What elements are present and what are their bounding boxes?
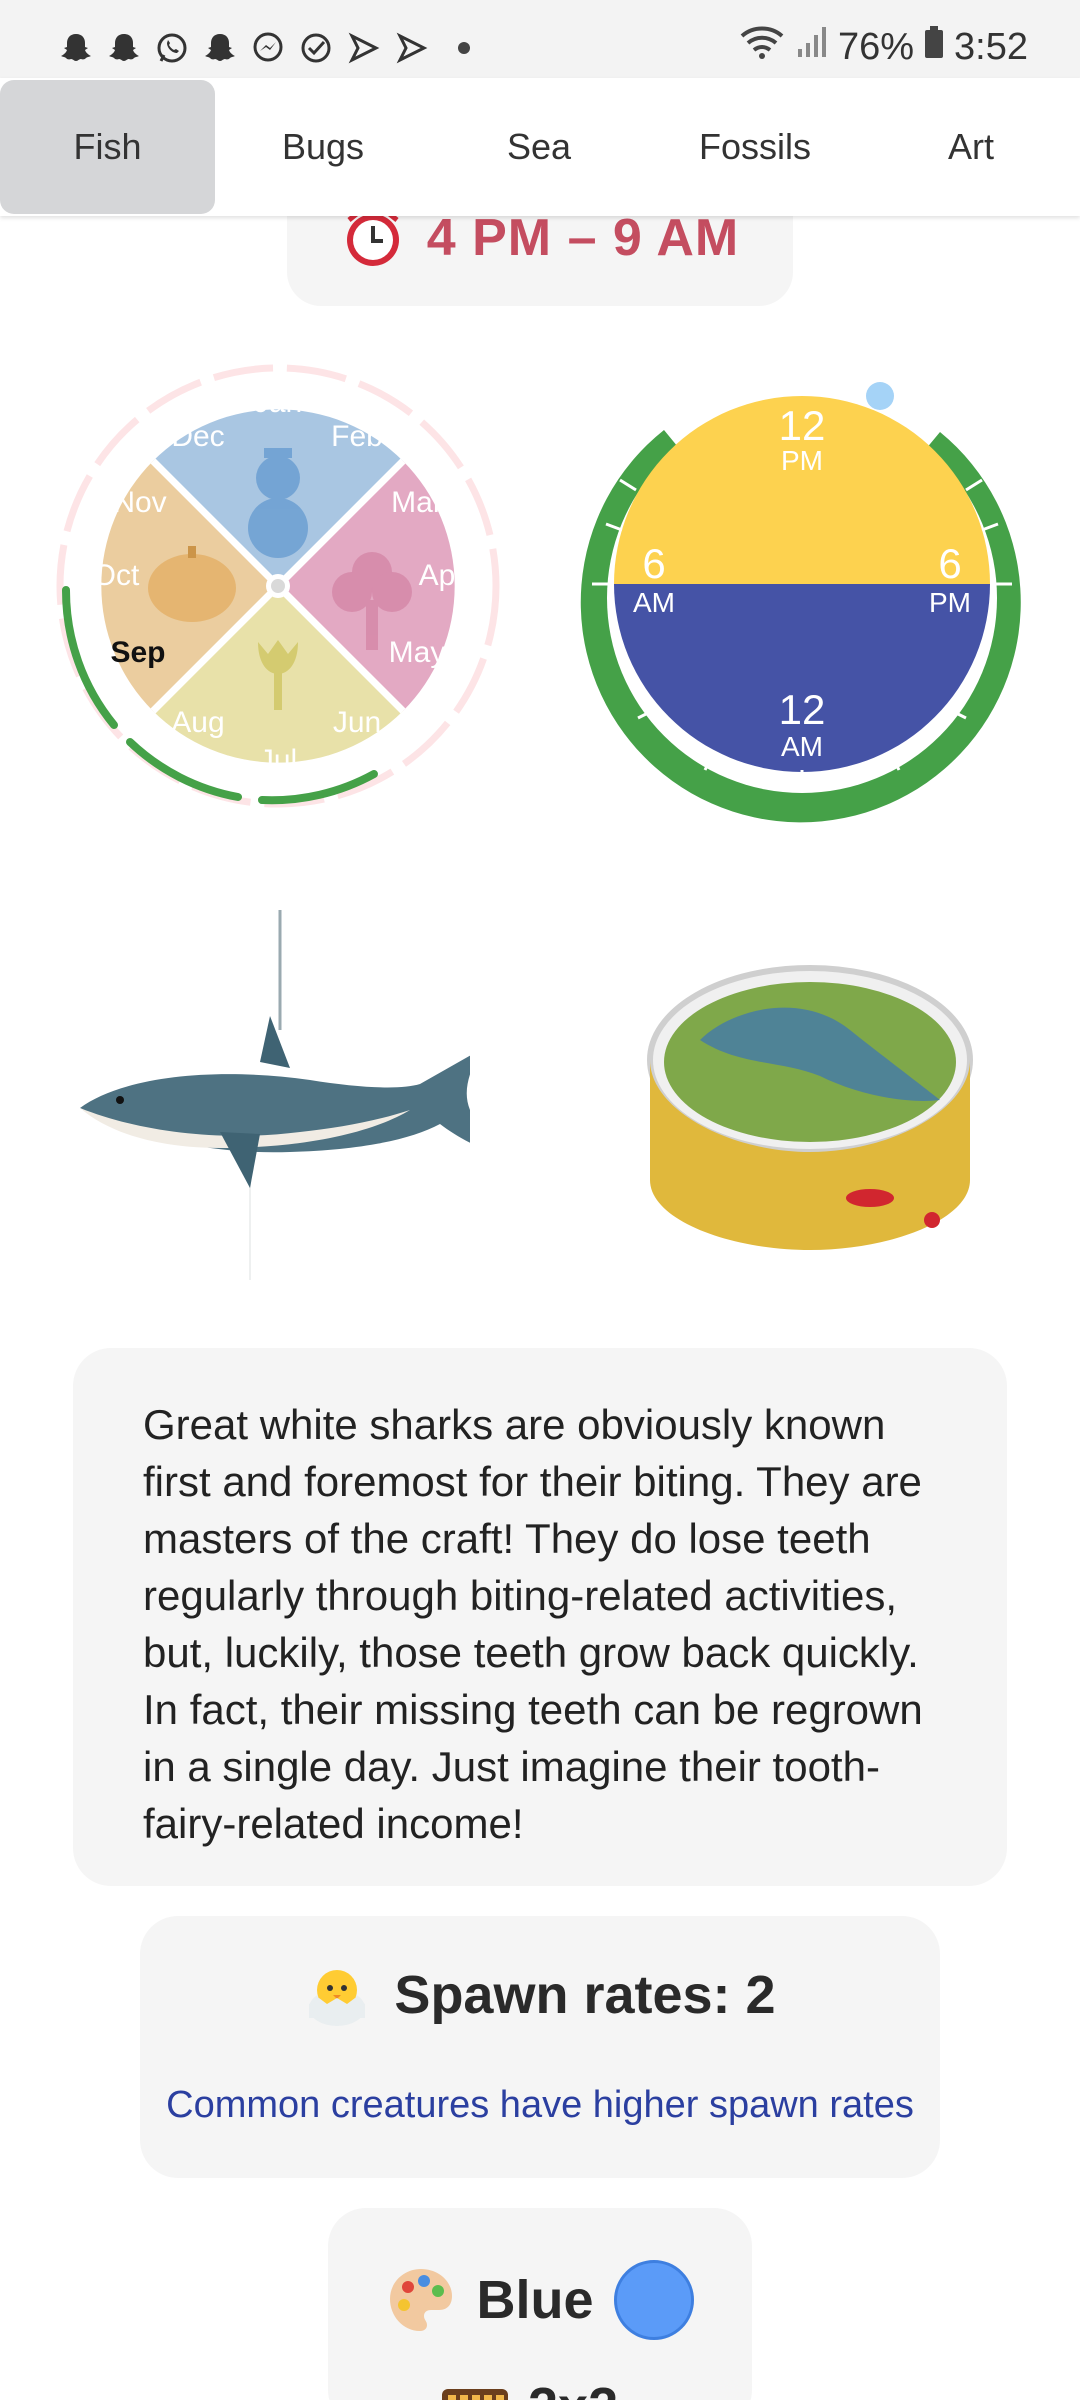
spawn-rate-note[interactable]: Common creatures have higher spawn rates xyxy=(140,2084,940,2127)
spawn-rate-row: Spawn rates: 2 xyxy=(140,1962,940,2028)
color-row: Blue xyxy=(328,2260,752,2340)
spawn-rate-title: Spawn rates: 2 xyxy=(394,1965,776,2025)
size-label: 2x2 xyxy=(528,2376,618,2400)
month-oct: Oct xyxy=(93,559,140,592)
color-card: Blue 2x2 xyxy=(328,2208,752,2400)
month-nov: Nov xyxy=(113,486,166,519)
snapchat-icon xyxy=(58,30,94,66)
color-swatch xyxy=(613,2260,694,2340)
tab-bugs[interactable]: Bugs xyxy=(215,80,431,214)
grid-size-icon xyxy=(442,2389,508,2400)
tab-art[interactable]: Art xyxy=(863,80,1079,214)
tab-fossils[interactable]: Fossils xyxy=(647,80,863,214)
check-icon xyxy=(298,30,334,66)
midnight-label: 12 xyxy=(779,686,826,733)
fish-tank-model-image xyxy=(647,965,973,1250)
midnight-sub: AM xyxy=(781,731,823,762)
snapchat-icon xyxy=(106,30,142,66)
six-am-label: 6 xyxy=(642,540,665,587)
noon-label: 12 xyxy=(779,402,826,449)
clock-time: 3:52 xyxy=(954,25,1028,68)
notification-icons xyxy=(58,30,470,66)
six-pm-label: 6 xyxy=(938,540,961,587)
size-row: 2x2 xyxy=(440,2376,618,2400)
month-jul: Jul xyxy=(259,744,297,777)
status-bar: 76% 3:52 xyxy=(0,0,1080,78)
category-tabs: Fish Bugs Sea Fossils Art xyxy=(0,78,1080,216)
tab-sea[interactable]: Sea xyxy=(431,80,647,214)
spawn-rate-card: Spawn rates: 2 Common creatures have hig… xyxy=(140,1916,940,2178)
play-icon xyxy=(394,30,430,66)
season-wheel: Jan Feb Mar Apr May Jun Jul Aug Sep Oct … xyxy=(56,364,500,808)
month-apr: Apr xyxy=(419,559,466,592)
description-card: Great white sharks are obviously known f… xyxy=(73,1348,1007,1886)
messenger-icon xyxy=(250,30,286,66)
month-dec: Dec xyxy=(171,420,224,453)
whatsapp-icon xyxy=(154,30,190,66)
month-mar: Mar xyxy=(391,486,443,519)
hatching-chick-icon xyxy=(309,1970,366,2026)
time-range-text: 4 PM – 9 AM xyxy=(426,209,740,267)
six-am-sub: AM xyxy=(633,587,675,618)
month-aug: Aug xyxy=(171,706,224,739)
great-white-shark-image xyxy=(80,910,470,1280)
more-notifications-dot xyxy=(458,42,470,54)
current-time-marker xyxy=(866,382,894,410)
snapchat-icon xyxy=(202,30,238,66)
time-of-day-wheel: 12 PM 6 AM 6 PM 12 AM xyxy=(580,382,1021,823)
month-sep: Sep xyxy=(110,636,165,669)
month-feb: Feb xyxy=(331,420,383,453)
wifi-icon xyxy=(738,22,786,72)
color-label: Blue xyxy=(476,2270,594,2330)
month-jan: Jan xyxy=(254,386,302,419)
play-icon xyxy=(346,30,382,66)
signal-icon xyxy=(796,25,828,69)
month-jun: Jun xyxy=(333,706,381,739)
month-may: May xyxy=(389,636,446,669)
battery-percent: 76% xyxy=(837,25,915,68)
tab-fish[interactable]: Fish xyxy=(0,80,215,214)
noon-sub: PM xyxy=(781,445,823,476)
description-text: Great white sharks are obviously known f… xyxy=(143,1401,923,1847)
system-status: 76% 3:52 xyxy=(738,22,1028,72)
battery-icon xyxy=(924,25,944,69)
six-pm-sub: PM xyxy=(929,587,971,618)
palette-icon xyxy=(390,2269,453,2331)
